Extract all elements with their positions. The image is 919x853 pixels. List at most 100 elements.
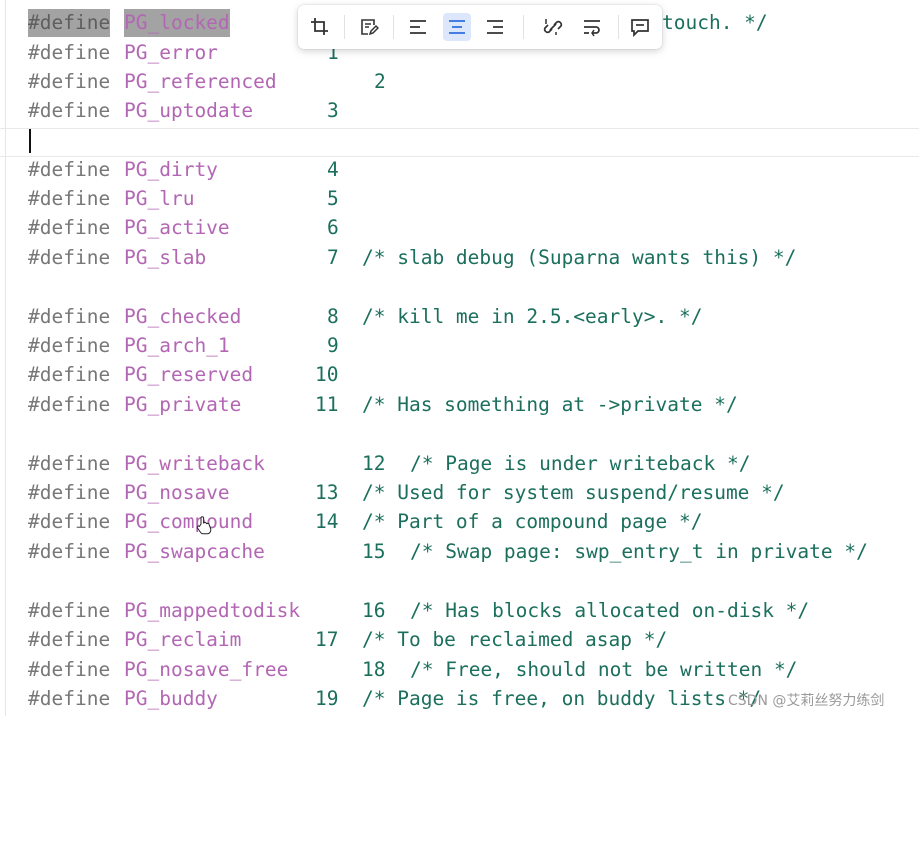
align-center-icon	[449, 20, 465, 34]
code-line[interactable]: #define PG_nosave_free 18 /* Free, shoul…	[0, 656, 919, 684]
keyword: #define	[28, 9, 111, 37]
identifier: PG_compound	[124, 510, 254, 533]
code-line[interactable]: #define PG_mappedtodisk 16 /* Has blocks…	[0, 597, 919, 625]
align-left-button[interactable]	[404, 13, 432, 41]
link-button[interactable]	[539, 13, 567, 41]
watermark: CSDN @艾莉丝努力练剑	[728, 693, 885, 709]
code-line[interactable]: #define PG_reserved 10	[0, 361, 919, 389]
identifier: PG_dirty	[124, 158, 218, 181]
value: 13	[315, 481, 339, 504]
comment: /* kill me in 2.5.<early>. */	[362, 305, 703, 328]
code-line[interactable]: #define PG_dirty 4	[0, 156, 919, 184]
keyword: #define	[28, 393, 111, 416]
identifier: PG_swapcache	[124, 540, 265, 563]
edit-note-icon	[361, 19, 379, 36]
crop-button[interactable]	[306, 13, 334, 41]
code-editor[interactable]: #define PG_locked touch. */ #define PG_e…	[0, 0, 919, 716]
identifier: PG_nosave_free	[124, 658, 289, 681]
code-line[interactable]: #define PG_slab 7 /* slab debug (Suparna…	[0, 244, 919, 272]
value: 2	[374, 70, 386, 93]
identifier: PG_mappedtodisk	[124, 599, 301, 622]
align-right-icon	[487, 20, 503, 34]
keyword: #define	[28, 187, 111, 210]
keyword: #define	[28, 687, 111, 710]
comment: /* Part of a compound page */	[362, 510, 703, 533]
keyword: #define	[28, 158, 111, 181]
value: 7	[327, 246, 339, 269]
text-wrap-icon	[584, 20, 600, 37]
code-line[interactable]: #define PG_compound 14 /* Part of a comp…	[0, 508, 919, 536]
text-wrap-button[interactable]	[578, 13, 606, 41]
identifier: PG_referenced	[124, 70, 277, 93]
comment: /* Page is free, on buddy lists */	[362, 687, 762, 710]
comment: /* To be reclaimed asap */	[362, 628, 668, 651]
value: 12	[362, 452, 386, 475]
identifier: PG_reserved	[124, 363, 254, 386]
value: 3	[327, 99, 339, 122]
toolbar-divider	[344, 15, 345, 39]
identifier: PG_locked	[124, 9, 230, 37]
keyword: #define	[28, 363, 111, 386]
identifier: PG_active	[124, 216, 230, 239]
identifier: PG_buddy	[124, 687, 218, 710]
comment: /* Page is under writeback */	[410, 452, 751, 475]
comment: /* Free, should not be written */	[410, 658, 798, 681]
keyword: #define	[28, 216, 111, 239]
identifier: PG_checked	[124, 305, 242, 328]
code-line[interactable]: #define PG_lru 5	[0, 185, 919, 213]
value: 10	[315, 363, 339, 386]
code-line[interactable]: #define PG_arch_1 9	[0, 332, 919, 360]
value: 18	[362, 658, 386, 681]
comment: touch. */	[662, 11, 768, 34]
identifier: PG_nosave	[124, 481, 230, 504]
comment: /* Swap page: swp_entry_t in private */	[410, 540, 868, 563]
identifier: PG_slab	[124, 246, 207, 269]
code-line[interactable]: #define PG_reclaim 17 /* To be reclaimed…	[0, 626, 919, 654]
keyword: #define	[28, 246, 111, 269]
value: 16	[362, 599, 386, 622]
identifier: PG_private	[124, 393, 242, 416]
identifier: PG_arch_1	[124, 334, 230, 357]
value: 8	[327, 305, 339, 328]
keyword: #define	[28, 305, 111, 328]
code-line[interactable]: #define PG_private 11 /* Has something a…	[0, 391, 919, 419]
toolbar-divider	[393, 15, 394, 39]
crop-icon	[311, 18, 328, 35]
keyword: #define	[28, 99, 111, 122]
floating-toolbar	[298, 5, 662, 49]
keyword: #define	[28, 452, 111, 475]
identifier: PG_reclaim	[124, 628, 242, 651]
comment-icon	[631, 19, 649, 37]
toolbar-divider	[618, 15, 619, 39]
keyword: #define	[28, 540, 111, 563]
keyword: #define	[28, 510, 111, 533]
edit-note-button[interactable]	[355, 13, 383, 41]
value: 5	[327, 187, 339, 210]
comment: /* Has blocks allocated on-disk */	[410, 599, 810, 622]
code-line[interactable]: #define PG_uptodate 3	[0, 97, 919, 125]
identifier: PG_error	[124, 41, 218, 64]
code-line[interactable]: #define PG_nosave 13 /* Used for system …	[0, 479, 919, 507]
align-right-button[interactable]	[481, 13, 509, 41]
code-line[interactable]: #define PG_checked 8 /* kill me in 2.5.<…	[0, 303, 919, 331]
toolbar-divider	[523, 15, 524, 39]
value: 11	[315, 393, 339, 416]
keyword: #define	[28, 481, 111, 504]
comment: /* Used for system suspend/resume */	[362, 481, 785, 504]
code-line[interactable]: #define PG_active 6	[0, 214, 919, 242]
value: 9	[327, 334, 339, 357]
keyword: #define	[28, 41, 111, 64]
comment: /* slab debug (Suparna wants this) */	[362, 246, 797, 269]
value: 14	[315, 510, 339, 533]
code-line[interactable]: #define PG_swapcache 15 /* Swap page: sw…	[0, 538, 919, 566]
code-line[interactable]: #define PG_referenced 2	[0, 68, 919, 96]
align-center-button[interactable]	[443, 13, 471, 41]
identifier: PG_uptodate	[124, 99, 254, 122]
identifier: PG_lru	[124, 187, 195, 210]
code-line[interactable]: #define PG_writeback 12 /* Page is under…	[0, 450, 919, 478]
align-left-icon	[410, 20, 426, 34]
hand-cursor-icon	[196, 516, 212, 535]
comment-button[interactable]	[626, 13, 654, 41]
value: 6	[327, 216, 339, 239]
value: 17	[315, 628, 339, 651]
